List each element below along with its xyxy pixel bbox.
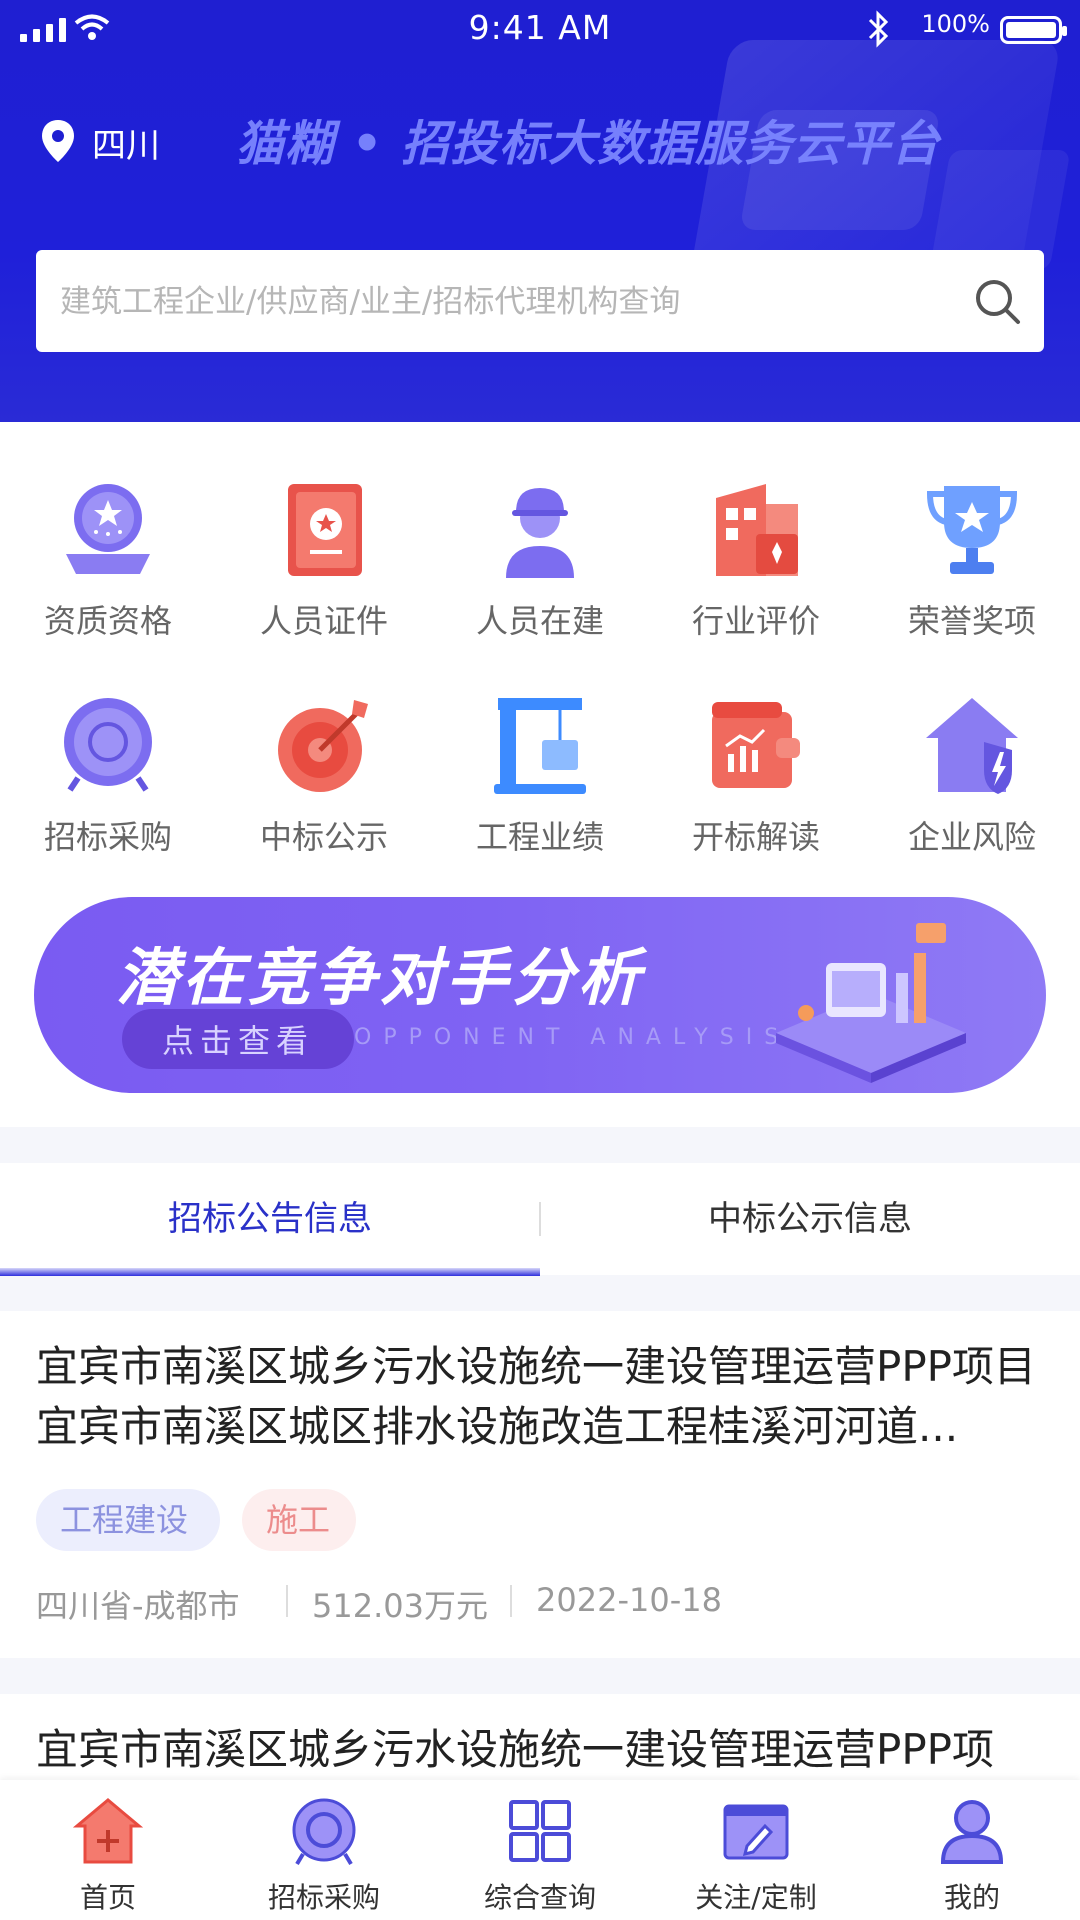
meta-divider (510, 1585, 512, 1617)
nav-follow[interactable]: 关注/定制 (648, 1780, 864, 1920)
user-icon (940, 1800, 1004, 1864)
nav-label: 我的 (943, 1881, 1000, 1914)
search-input[interactable] (58, 250, 962, 354)
grid-label: 工程业绩 (475, 818, 604, 856)
listing-amount: 512.03万元 (312, 1587, 488, 1625)
wallet-chart-icon (712, 702, 800, 788)
listing-region: 四川省-成都市 (36, 1587, 240, 1625)
nav-label: 关注/定制 (695, 1881, 817, 1914)
nav-label: 综合查询 (483, 1881, 596, 1914)
search-bar[interactable] (36, 250, 1044, 354)
grid-label: 人员证件 (259, 602, 388, 640)
type-tag: 施工 (242, 1489, 356, 1551)
location-label[interactable]: 四川 (92, 118, 160, 167)
target-icon (278, 700, 368, 792)
nav-query[interactable]: 综合查询 (432, 1780, 648, 1920)
shield-house-icon (926, 698, 1018, 794)
list-item[interactable]: 宜宾市南溪区城乡污水设施统一建设管理运营PPP项 (0, 1694, 1080, 1784)
battery-icon (1000, 16, 1067, 44)
tab-divider (539, 1202, 541, 1236)
grid-item-worker[interactable]: 人员在建 (432, 448, 648, 640)
listing-date: 2022-10-18 (536, 1581, 722, 1619)
grid-item-rating[interactable]: 行业评价 (648, 448, 864, 640)
list-item[interactable]: 宜宾市南溪区城乡污水设施统一建设管理运营PPP项目宜宾市南溪区城区排水设施改造工… (0, 1311, 1080, 1658)
nav-label: 首页 (79, 1881, 136, 1914)
follow-icon (723, 1804, 789, 1860)
view-button[interactable]: 点击查看 (122, 1009, 354, 1069)
grid-query-icon (509, 1800, 571, 1862)
trophy-icon (926, 486, 1018, 574)
grid-label: 企业风险 (907, 818, 1036, 856)
analysis-illustration-icon (776, 923, 966, 1083)
grid-item-qualification[interactable]: 资质资格 (0, 448, 216, 640)
listing-title[interactable]: 宜宾市南溪区城乡污水设施统一建设管理运营PPP项目宜宾市南溪区城区排水设施改造工… (36, 1337, 1046, 1457)
category-tag: 工程建设 (36, 1489, 220, 1551)
grid-label: 招标采购 (43, 818, 172, 856)
grid-label: 资质资格 (43, 602, 172, 640)
grid-label: 行业评价 (691, 602, 820, 640)
active-tab-indicator (0, 1268, 540, 1276)
nav-label: 招标采购 (267, 1881, 380, 1914)
tab-tender-notice[interactable]: 招标公告信息 (0, 1163, 540, 1275)
banner-subtitle: OPPONENT ANALYSIS (354, 1025, 791, 1050)
qualification-icon (66, 484, 150, 574)
certificate-icon (288, 484, 362, 576)
location-pin-icon[interactable] (38, 118, 78, 164)
grid-item-bidding[interactable]: 招标采购 (0, 664, 216, 856)
search-icon[interactable] (974, 278, 1022, 326)
meta-divider (286, 1585, 288, 1617)
home-icon (73, 1798, 143, 1864)
banner-title: 潜在竞争对手分析 (116, 941, 645, 1014)
header: 9:41 AM 100% 四川 猫糊 • 招投标大数据服务云平台 (0, 0, 1080, 422)
tab-award-notice[interactable]: 中标公示信息 (540, 1163, 1080, 1275)
battery-percent: 100% (921, 10, 990, 38)
status-time: 9:41 AM (468, 8, 612, 47)
grid-label: 人员在建 (475, 602, 604, 640)
bluetooth-icon (868, 10, 889, 48)
grid-item-certificate[interactable]: 人员证件 (216, 448, 432, 640)
grid-item-trophy[interactable]: 荣誉奖项 (864, 448, 1080, 640)
grid-label: 开标解读 (691, 818, 820, 856)
nav-home[interactable]: 首页 (0, 1780, 216, 1920)
bidding-icon (292, 1798, 356, 1866)
grid-item-risk[interactable]: 企业风险 (864, 664, 1080, 856)
bidding-icon (64, 698, 152, 792)
grid-label: 荣誉奖项 (907, 602, 1036, 640)
listing-title[interactable]: 宜宾市南溪区城乡污水设施统一建设管理运营PPP项 (36, 1720, 1046, 1780)
grid-item-winning[interactable]: 中标公示 (216, 664, 432, 856)
bottom-navigation: 首页 招标采购 综合查询 关注/定制 我的 (0, 1780, 1080, 1920)
grid-label: 中标公示 (259, 818, 388, 856)
platform-title: 猫糊 • 招投标大数据服务云平台 (236, 116, 941, 172)
crane-icon (494, 698, 586, 794)
worker-icon (506, 488, 574, 578)
building-rating-icon (716, 484, 798, 576)
competitor-analysis-banner[interactable]: 潜在竞争对手分析 点击查看 OPPONENT ANALYSIS (34, 897, 1046, 1093)
battery-level (1006, 22, 1056, 38)
nav-bidding[interactable]: 招标采购 (216, 1780, 432, 1920)
grid-item-opening[interactable]: 开标解读 (648, 664, 864, 856)
nav-profile[interactable]: 我的 (864, 1780, 1080, 1920)
grid-item-performance[interactable]: 工程业绩 (432, 664, 648, 856)
